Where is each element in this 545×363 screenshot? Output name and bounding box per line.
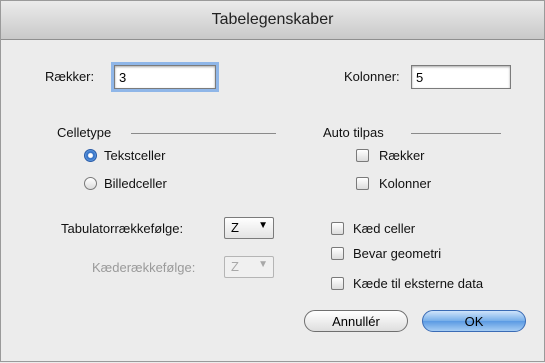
auto-fit-columns-label: Kolonner [379, 176, 432, 191]
image-cells-radio[interactable] [84, 177, 97, 190]
link-external-data-checkbox[interactable] [331, 277, 344, 290]
tab-order-label: Tabulatorrækkefølge: [61, 221, 184, 236]
dialog-content: Rækker: 3 Kolonner: 5 Celletype Tekstcel… [1, 39, 545, 363]
auto-fit-rows-checkbox[interactable] [356, 149, 369, 162]
keep-geometry-checkbox[interactable] [331, 247, 344, 260]
link-external-data-label: Kæde til eksterne data [353, 276, 484, 291]
chain-cells-label: Kæd celler [353, 221, 416, 236]
chevron-down-icon: ▼ [258, 259, 268, 270]
text-cells-radio[interactable] [84, 149, 97, 162]
table-properties-dialog: Tabelegenskaber Rækker: 3 Kolonner: 5 Ce… [0, 0, 545, 362]
cell-type-heading: Celletype [57, 125, 112, 140]
chain-order-popup[interactable]: Z ▼ [224, 256, 274, 278]
chain-cells-checkbox[interactable] [331, 222, 344, 235]
tab-order-popup[interactable]: Z ▼ [224, 217, 274, 239]
window-title: Tabelegenskaber [1, 1, 544, 40]
chevron-down-icon: ▼ [258, 220, 268, 231]
rows-label: Rækker: [45, 69, 95, 84]
chain-order-value: Z [231, 259, 239, 274]
ok-button[interactable]: OK [422, 310, 526, 332]
columns-field[interactable]: 5 [411, 65, 511, 89]
text-cells-label: Tekstceller [104, 148, 166, 163]
keep-geometry-label: Bevar geometri [353, 246, 442, 261]
chain-order-label: Kæderækkefølge: [92, 260, 196, 275]
auto-fit-rows-label: Rækker [379, 148, 425, 163]
auto-fit-divider [411, 133, 501, 134]
columns-label: Kolonner: [344, 69, 400, 84]
image-cells-label: Billedceller [104, 176, 167, 191]
cell-type-divider [131, 133, 276, 134]
cancel-button[interactable]: Annullér [304, 310, 408, 332]
tab-order-value: Z [231, 220, 239, 235]
rows-field[interactable]: 3 [111, 62, 219, 92]
auto-fit-columns-checkbox[interactable] [356, 177, 369, 190]
auto-fit-heading: Auto tilpas [323, 125, 384, 140]
